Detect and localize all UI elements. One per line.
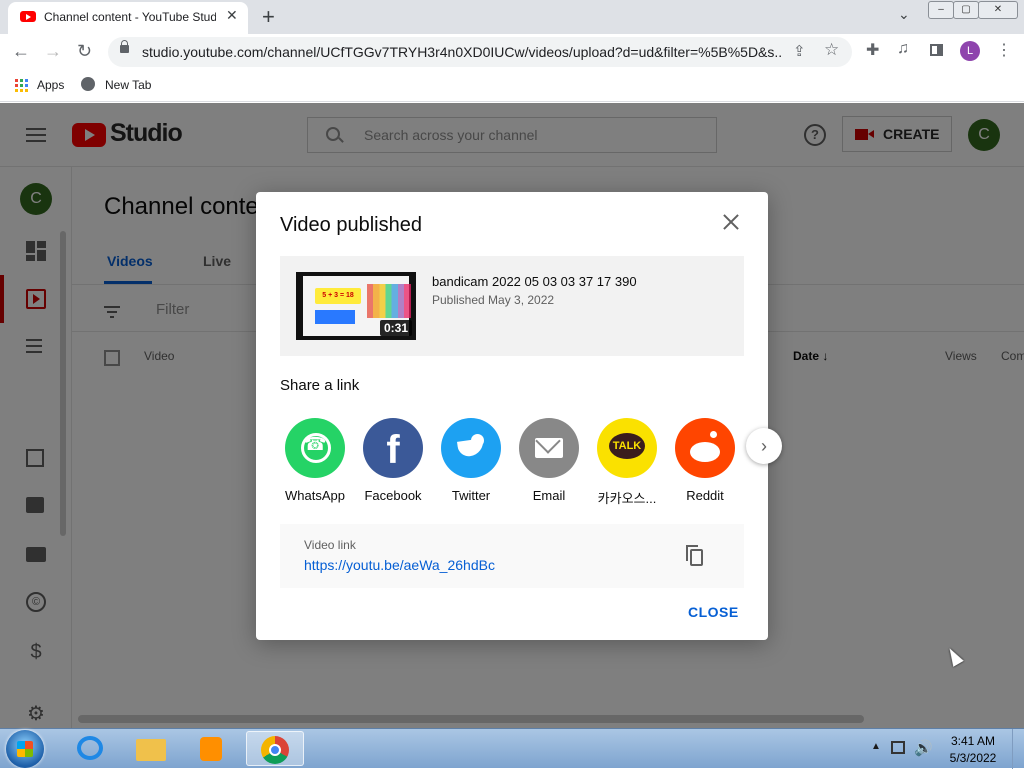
- bookmark-new-tab[interactable]: New Tab: [105, 78, 151, 92]
- share-reddit-button[interactable]: Reddit: [666, 418, 744, 508]
- share-label: WhatsApp: [285, 488, 345, 503]
- chrome-icon: [261, 736, 289, 764]
- address-bar[interactable]: studio.youtube.com/channel/UCfTGGv7TRYH3…: [108, 37, 852, 67]
- taskbar-chrome[interactable]: [246, 731, 304, 766]
- video-summary-card: 5 + 3 = 18 0:31 bandicam 2022 05 03 03 3…: [280, 256, 744, 356]
- media-player-icon: [200, 737, 222, 761]
- twitter-icon[interactable]: [441, 418, 501, 478]
- reddit-icon[interactable]: [675, 418, 735, 478]
- share-twitter-button[interactable]: Twitter: [432, 418, 510, 508]
- window-maximize-button[interactable]: ▢: [953, 1, 979, 19]
- video-published-dialog: Video published 5 + 3 = 18 0:31 bandicam…: [256, 192, 768, 640]
- media-controls-icon[interactable]: ♫: [897, 40, 909, 58]
- tab-title: Channel content - YouTube Studio: [44, 10, 216, 24]
- video-link-label: Video link: [304, 538, 356, 552]
- share-label: Twitter: [451, 488, 491, 503]
- apps-grid-icon[interactable]: [15, 79, 28, 92]
- share-facebook-button[interactable]: f Facebook: [354, 418, 432, 508]
- lock-icon[interactable]: [120, 40, 129, 53]
- clock-date[interactable]: 5/3/2022: [946, 751, 1000, 765]
- tab-search-icon[interactable]: ⌄: [898, 6, 910, 23]
- bookmarks-bar: Apps New Tab: [0, 70, 1024, 102]
- reload-icon[interactable]: ↻: [77, 41, 92, 62]
- side-panel-icon[interactable]: [930, 44, 943, 56]
- share-email-button[interactable]: Email: [510, 418, 588, 508]
- youtube-favicon-icon: [20, 11, 36, 22]
- taskbar-file-explorer[interactable]: [124, 731, 178, 766]
- video-link-url[interactable]: https://youtu.be/aeWa_26hdBc: [304, 557, 495, 573]
- copy-icon[interactable]: [686, 545, 703, 566]
- folder-icon: [136, 739, 166, 761]
- thumbnail-panel: [315, 310, 355, 324]
- show-desktop-button[interactable]: [1012, 729, 1024, 769]
- profile-avatar[interactable]: L: [960, 41, 980, 61]
- browser-tab-strip: Channel content - YouTube Studio ✕ + ⌄ –…: [0, 0, 1024, 34]
- tab-close-icon[interactable]: ✕: [226, 7, 238, 24]
- browser-menu-icon[interactable]: ⋮: [996, 40, 1012, 60]
- share-kakaostory-button[interactable]: TALK 카카오스...: [588, 418, 666, 508]
- share-label: 카카오스...: [597, 491, 657, 506]
- extensions-puzzle-icon[interactable]: ✚: [866, 40, 879, 60]
- share-label: Email: [532, 488, 566, 503]
- share-whatsapp-button[interactable]: WhatsApp: [276, 418, 354, 508]
- video-duration: 0:31: [380, 320, 413, 336]
- browser-tab[interactable]: Channel content - YouTube Studio ✕: [8, 2, 248, 34]
- globe-icon[interactable]: [81, 77, 95, 91]
- url-text[interactable]: studio.youtube.com/channel/UCfTGGv7TRYH3…: [142, 44, 782, 60]
- share-page-icon[interactable]: ⇪: [793, 42, 806, 60]
- share-label: Facebook: [364, 488, 422, 503]
- facebook-icon[interactable]: f: [363, 418, 423, 478]
- forward-arrow-icon[interactable]: →: [44, 41, 62, 62]
- bookmark-star-icon[interactable]: ☆: [824, 40, 839, 60]
- taskbar-media-player[interactable]: [184, 731, 238, 766]
- window-minimize-button[interactable]: –: [928, 1, 954, 19]
- taskbar-internet-explorer[interactable]: [64, 731, 118, 766]
- kakao-icon-text: TALK: [612, 440, 642, 452]
- kakao-talk-icon[interactable]: TALK: [597, 418, 657, 478]
- chevron-right-icon[interactable]: ›: [746, 428, 782, 464]
- video-thumbnail[interactable]: 5 + 3 = 18 0:31: [296, 272, 416, 340]
- dialog-title: Video published: [280, 214, 422, 236]
- share-next-button[interactable]: ›: [746, 428, 784, 466]
- video-title: bandicam 2022 05 03 03 37 17 390: [432, 274, 637, 289]
- thumbnail-text: 5 + 3 = 18: [315, 288, 361, 304]
- window-close-button[interactable]: ✕: [978, 1, 1018, 19]
- bookmark-apps[interactable]: Apps: [37, 78, 64, 92]
- start-button[interactable]: [6, 730, 44, 768]
- windows-taskbar: ▲ 🔊 3:41 AM 5/3/2022: [0, 728, 1024, 769]
- close-button[interactable]: CLOSE: [688, 604, 739, 620]
- video-published-date: Published May 3, 2022: [432, 293, 555, 307]
- browser-toolbar: ← → ↻ studio.youtube.com/channel/UCfTGGv…: [0, 34, 1024, 70]
- volume-icon[interactable]: 🔊: [914, 739, 933, 757]
- new-tab-button[interactable]: +: [262, 4, 275, 30]
- video-link-card: Video link https://youtu.be/aeWa_26hdBc: [280, 524, 744, 588]
- email-icon[interactable]: [519, 418, 579, 478]
- close-icon[interactable]: [723, 214, 739, 230]
- whatsapp-icon[interactable]: [285, 418, 345, 478]
- internet-explorer-icon: [77, 736, 103, 760]
- thumbnail-color-chart: [367, 284, 411, 318]
- tray-expand-icon[interactable]: ▲: [871, 741, 881, 752]
- share-label: Reddit: [686, 488, 724, 503]
- clock-time[interactable]: 3:41 AM: [946, 734, 1000, 748]
- network-icon[interactable]: [891, 741, 905, 754]
- back-arrow-icon[interactable]: ←: [12, 41, 30, 62]
- share-heading: Share a link: [280, 377, 360, 394]
